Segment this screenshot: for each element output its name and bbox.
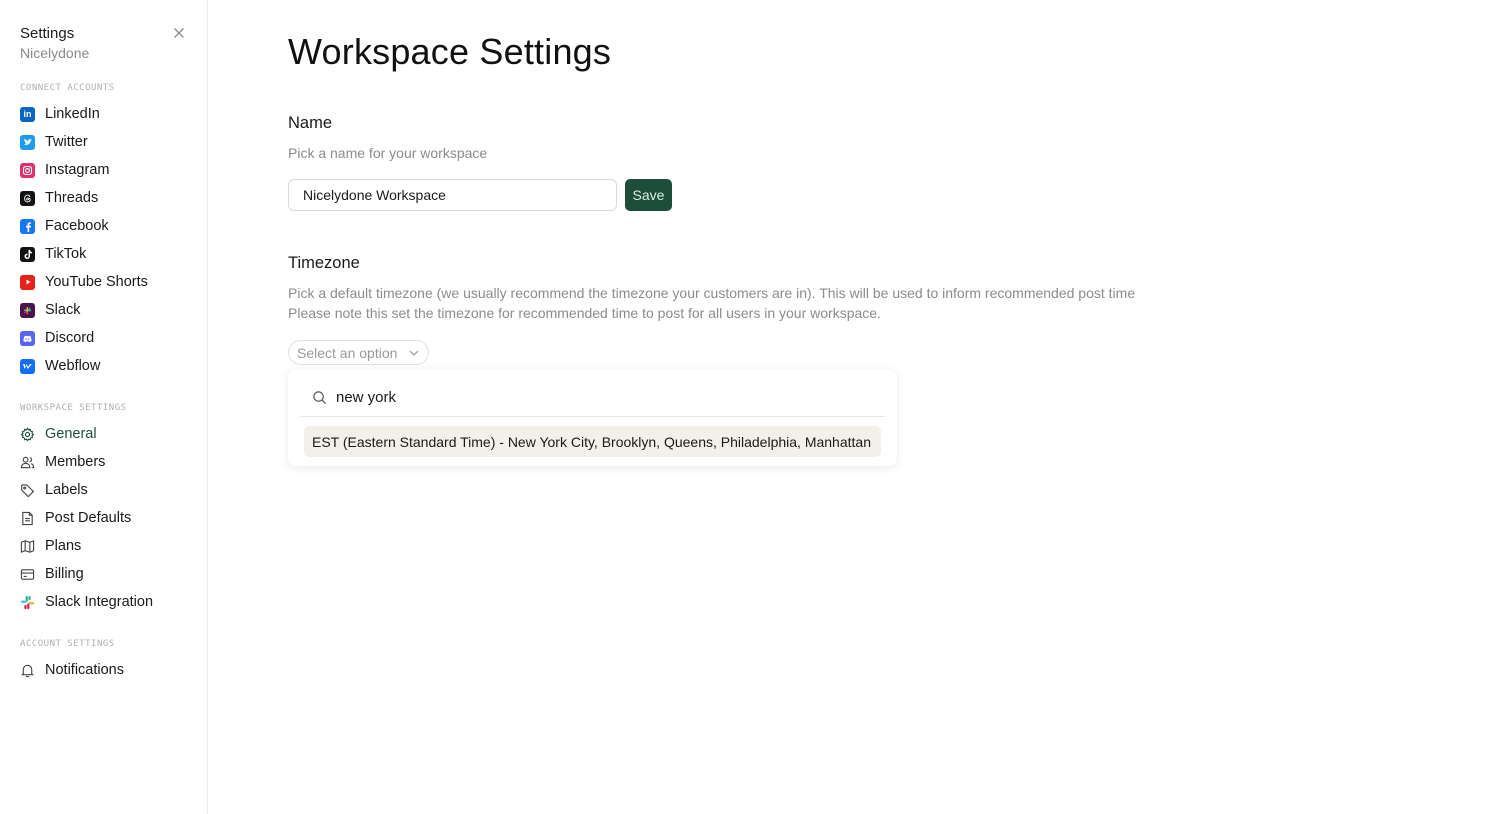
sidebar-item-general[interactable]: General <box>20 423 97 445</box>
sidebar-item-label: Instagram <box>45 162 110 178</box>
timezone-dropdown: EST (Eastern Standard Time) - New York C… <box>288 369 897 466</box>
sidebar-item-label: Notifications <box>45 662 124 678</box>
sidebar-item-threads[interactable]: Threads <box>20 187 98 209</box>
sidebar-item-slack[interactable]: Slack <box>20 299 80 321</box>
youtube-shorts-icon <box>20 274 35 290</box>
timezone-search <box>300 379 885 417</box>
sidebar-item-label: Threads <box>45 190 99 206</box>
sidebar-item-label: Labels <box>45 482 88 498</box>
sidebar-item-slack-integration[interactable]: Slack Integration <box>20 591 153 613</box>
gear-icon <box>20 427 35 441</box>
sidebar-item-discord[interactable]: Discord <box>20 327 94 349</box>
users-icon <box>20 456 35 468</box>
instagram-icon <box>20 162 35 178</box>
webflow-icon <box>20 358 35 374</box>
timezone-section-label: Timezone <box>288 254 360 272</box>
sidebar-item-label: Slack Integration <box>45 594 154 610</box>
tiktok-icon <box>20 246 35 262</box>
name-section-label: Name <box>288 114 333 132</box>
sidebar-item-label: Discord <box>45 330 95 346</box>
workspace-settings-heading: WORKSPACE SETTINGS <box>20 403 127 413</box>
twitter-icon <box>20 134 35 150</box>
sidebar-item-facebook[interactable]: Facebook <box>20 215 109 237</box>
save-button[interactable]: Save <box>625 179 672 211</box>
sidebar-subtitle: Nicelydone <box>20 45 90 61</box>
sidebar-item-instagram[interactable]: Instagram <box>20 159 109 181</box>
sidebar-item-notifications[interactable]: Notifications <box>20 659 124 681</box>
name-section-description: Pick a name for your workspace <box>288 145 488 161</box>
sidebar-item-tiktok[interactable]: TikTok <box>20 243 86 265</box>
workspace-name-input[interactable] <box>288 179 617 211</box>
sidebar-item-linkedin[interactable]: in LinkedIn <box>20 103 100 125</box>
discord-icon <box>20 330 35 346</box>
credit-card-icon <box>20 568 35 580</box>
sidebar-item-label: Post Defaults <box>45 510 132 526</box>
sidebar-item-youtube-shorts[interactable]: YouTube Shorts <box>20 271 148 293</box>
sidebar-item-label: Plans <box>45 538 82 554</box>
sidebar-item-label: LinkedIn <box>45 106 100 122</box>
sidebar-item-label: Twitter <box>45 134 88 150</box>
sidebar-item-label: Members <box>45 454 106 470</box>
settings-sidebar: Settings Nicelydone CONNECT ACCOUNTS in … <box>0 0 208 814</box>
facebook-icon <box>20 218 35 234</box>
sidebar-item-twitter[interactable]: Twitter <box>20 131 88 153</box>
timezone-option[interactable]: EST (Eastern Standard Time) - New York C… <box>304 426 881 457</box>
sidebar-item-label: Webflow <box>45 358 101 374</box>
sidebar-item-label: Slack <box>45 302 81 318</box>
connect-accounts-heading: CONNECT ACCOUNTS <box>20 83 115 93</box>
chevron-down-icon <box>409 350 419 356</box>
sidebar-item-label: YouTube Shorts <box>45 274 148 290</box>
sidebar-title: Settings <box>20 25 75 42</box>
sidebar-item-labels[interactable]: Labels <box>20 479 88 501</box>
close-icon[interactable] <box>171 25 187 41</box>
timezone-select-placeholder: Select an option <box>297 344 398 361</box>
main-content: Workspace Settings Name Pick a name for … <box>288 0 1512 814</box>
sidebar-item-label: TikTok <box>45 246 87 262</box>
timezone-description-line2: Please note this set the timezone for re… <box>288 305 881 321</box>
sidebar-item-post-defaults[interactable]: Post Defaults <box>20 507 131 529</box>
tag-icon <box>21 483 35 497</box>
sidebar-item-members[interactable]: Members <box>20 451 105 473</box>
threads-icon <box>20 190 35 206</box>
timezone-select[interactable]: Select an option <box>288 340 429 365</box>
map-icon <box>20 539 35 553</box>
linkedin-icon: in <box>20 106 35 122</box>
account-settings-heading: ACCOUNT SETTINGS <box>20 639 115 649</box>
sidebar-item-webflow[interactable]: Webflow <box>20 355 100 377</box>
slack-icon <box>20 302 35 318</box>
search-icon <box>313 391 327 405</box>
sidebar-item-billing[interactable]: Billing <box>20 563 84 585</box>
page-title: Workspace Settings <box>288 31 612 72</box>
timezone-description-line1: Pick a default timezone (we usually reco… <box>288 285 1136 301</box>
sidebar-item-label: General <box>45 426 97 442</box>
document-icon <box>22 511 33 525</box>
bell-icon <box>20 664 35 677</box>
sidebar-item-plans[interactable]: Plans <box>20 535 81 557</box>
slack-color-icon <box>20 595 35 609</box>
timezone-search-input[interactable] <box>336 389 856 406</box>
sidebar-item-label: Billing <box>45 566 84 582</box>
sidebar-item-label: Facebook <box>45 218 109 234</box>
